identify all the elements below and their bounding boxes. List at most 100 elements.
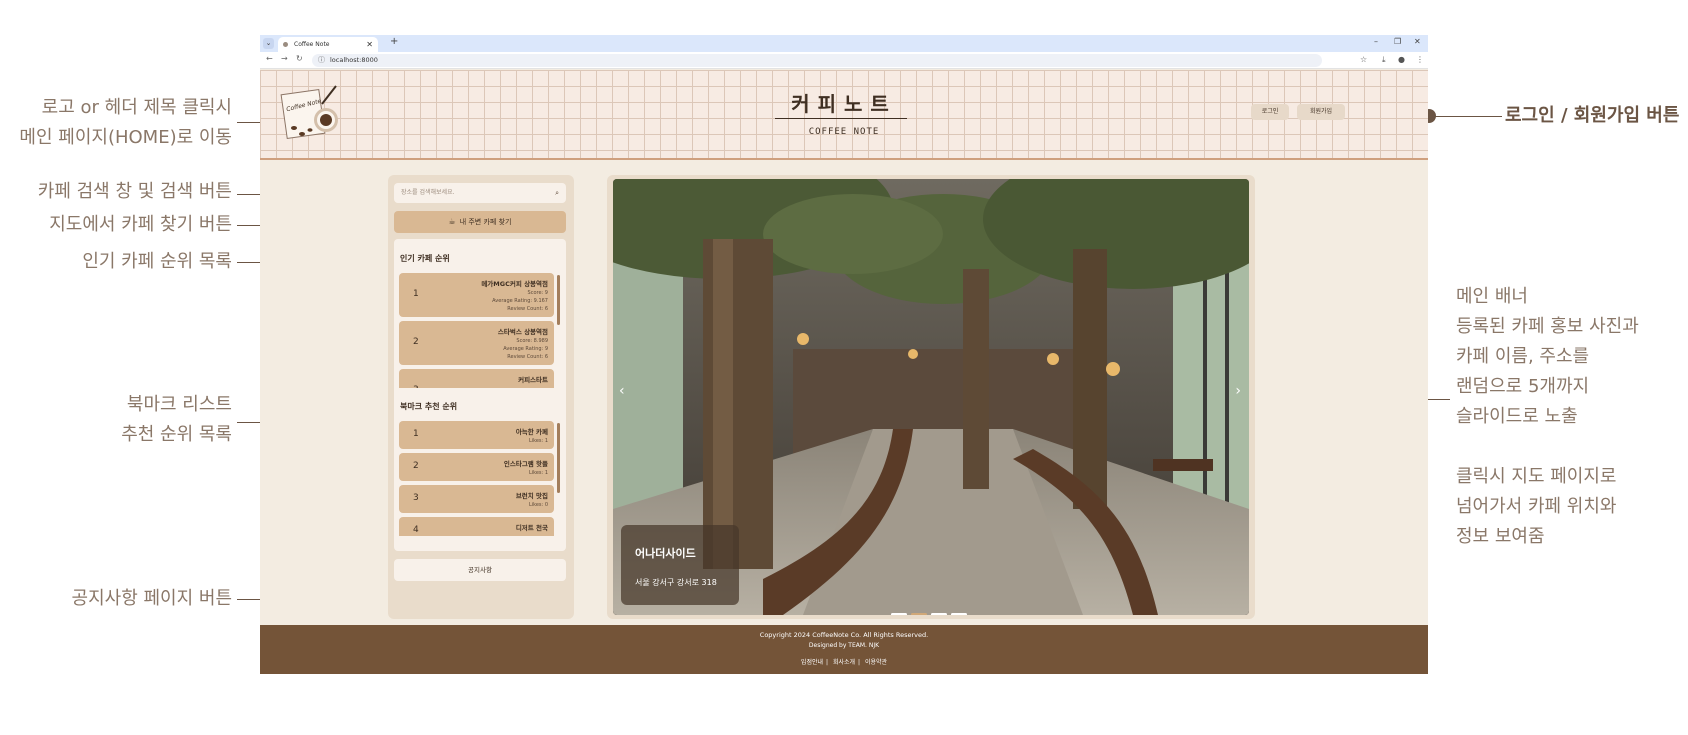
- close-window-icon[interactable]: ✕: [1414, 37, 1421, 46]
- annotation-search: 카페 검색 창 및 검색 버튼: [37, 181, 232, 202]
- search-input[interactable]: 장소를 검색해보세요. ⌕: [394, 183, 566, 203]
- annotation-line: 추천 순위 목록: [121, 424, 232, 445]
- popular-item[interactable]: 2 스타벅스 상봉역점 Score: 8.989 Average Rating:…: [399, 321, 554, 365]
- favicon-icon: [283, 42, 288, 47]
- ranking-panel: 인기 카페 순위 1 메가MGC커피 상봉역점 Score: 9 Average…: [394, 239, 566, 551]
- cafe-score: Score: 9: [527, 290, 548, 296]
- cafe-name: 커피스타트: [518, 376, 548, 384]
- rank-number: 3: [413, 493, 419, 503]
- site-info-icon[interactable]: ⓘ: [318, 54, 325, 67]
- slide-dot[interactable]: [951, 613, 967, 615]
- login-button[interactable]: 로그인: [1251, 104, 1289, 120]
- annotation-banner-click: 클릭시 지도 페이지로 넘어가서 카페 위치와 정보 보여줌: [1456, 462, 1616, 552]
- annotation-line: 카페 이름, 주소를: [1456, 346, 1590, 367]
- bookmark-item[interactable]: 1 아늑한 카페 Likes: 1: [399, 421, 554, 449]
- popular-list[interactable]: 1 메가MGC커피 상봉역점 Score: 9 Average Rating: …: [399, 273, 561, 388]
- popular-item[interactable]: 3 커피스타트: [399, 369, 554, 388]
- browser-window: ⌄ Coffee Note ✕ + – ❐ ✕ ← → ↻ ⓘ localhos…: [260, 35, 1428, 674]
- cafe-review-count: Review Count: 6: [507, 306, 548, 312]
- reload-icon[interactable]: ↻: [296, 54, 303, 63]
- maximize-icon[interactable]: ❐: [1394, 37, 1401, 46]
- annotation-popular: 인기 카페 순위 목록: [82, 251, 232, 272]
- annotation-line: 넘어가서 카페 위치와: [1456, 496, 1617, 517]
- cafe-name: 아늑한 카페: [515, 428, 548, 436]
- banner-caption: 어나더사이드 서울 강서구 강서로 318: [621, 525, 739, 605]
- annotated-screenshot: 로고 or 헤더 제목 클릭시 메인 페이지(HOME)로 이동 카페 검색 창…: [0, 0, 1688, 735]
- rank-number: 1: [413, 289, 419, 299]
- annotation-line: 메인 페이지(HOME)로 이동: [19, 127, 232, 148]
- browser-tab[interactable]: Coffee Note ✕: [278, 37, 378, 52]
- annotation-login: 로그인 / 회원가입 버튼: [1505, 105, 1680, 126]
- bookmark-star-icon[interactable]: ☆: [1360, 55, 1367, 64]
- url-text: localhost:8000: [330, 56, 378, 64]
- annotation-logo: 로고 or 헤더 제목 클릭시 메인 페이지(HOME)로 이동: [19, 93, 232, 153]
- bookmark-item[interactable]: 3 브런치 맛집 Likes: 0: [399, 485, 554, 513]
- rank-number: 2: [413, 461, 419, 471]
- title-divider: [775, 118, 907, 119]
- annotation-banner: 메인 배너 등록된 카페 홍보 사진과 카페 이름, 주소를 랜덤으로 5개까지…: [1456, 282, 1639, 432]
- back-icon[interactable]: ←: [266, 54, 273, 63]
- rank-number: 3: [413, 385, 419, 388]
- coffee-cup-icon: ☕: [448, 217, 456, 226]
- annotation-line: 슬라이드로 노출: [1456, 406, 1578, 427]
- bookmark-scrollbar[interactable]: [557, 423, 560, 493]
- search-placeholder: 장소를 검색해보세요.: [401, 189, 455, 196]
- cafe-name: 스타벅스 상봉역점: [497, 328, 548, 336]
- cafe-name: 디저트 천국: [515, 524, 548, 532]
- rank-number: 4: [413, 525, 419, 535]
- bookmark-item[interactable]: 4 디저트 천국: [399, 517, 554, 536]
- footer-copyright: Copyright 2024 CoffeeNote Co. All Rights…: [759, 631, 929, 639]
- cafe-review-count: Review Count: 6: [507, 354, 548, 360]
- new-tab-icon[interactable]: +: [390, 36, 398, 47]
- bookmark-item[interactable]: 2 인스타그램 핫플 Likes: 1: [399, 453, 554, 481]
- find-nearby-cafe-label: 내 주변 카페 찾기: [459, 218, 512, 226]
- footer-designed-by: Designed by TEAM. NJK: [808, 642, 880, 649]
- download-icon[interactable]: ⤓: [1382, 55, 1386, 65]
- annotation-line: 클릭시 지도 페이지로: [1456, 466, 1617, 487]
- forward-icon[interactable]: →: [281, 54, 288, 63]
- browser-toolbar: ← → ↻ ⓘ localhost:8000 ☆ ⤓ ● ⋮: [260, 52, 1428, 69]
- signup-button[interactable]: 회원가입: [1297, 104, 1345, 120]
- profile-icon[interactable]: ●: [1398, 55, 1405, 64]
- popular-item[interactable]: 1 메가MGC커피 상봉역점 Score: 9 Average Rating: …: [399, 273, 554, 317]
- annotation-notice: 공지사항 페이지 버튼: [71, 588, 232, 609]
- site-footer: Copyright 2024 CoffeeNote Co. All Rights…: [260, 625, 1428, 674]
- browser-tab-bar: ⌄ Coffee Note ✕ + – ❐ ✕: [260, 35, 1428, 52]
- address-bar[interactable]: ⓘ localhost:8000: [312, 54, 1322, 67]
- slide-dot[interactable]: [891, 613, 907, 615]
- main-banner-frame: ‹ › 어나더사이드 서울 강서구 강서로 318: [607, 175, 1255, 619]
- slide-dot[interactable]: [911, 613, 927, 615]
- bookmark-title: 북마크 추천 순위: [400, 402, 458, 411]
- menu-icon[interactable]: ⋮: [1416, 55, 1424, 64]
- cafe-name: 브런치 맛집: [515, 492, 548, 500]
- next-slide-button[interactable]: ›: [1235, 383, 1241, 399]
- footer-link-terms[interactable]: 이용약관: [865, 659, 887, 666]
- prev-slide-button[interactable]: ‹: [619, 383, 625, 399]
- cafe-average-rating: Average Rating: 9: [503, 346, 548, 352]
- cafe-likes: Likes: 0: [528, 502, 548, 508]
- search-icon[interactable]: ⌕: [555, 183, 559, 203]
- footer-link-about[interactable]: 회사소개: [833, 659, 855, 666]
- find-nearby-cafe-button[interactable]: ☕ 내 주변 카페 찾기: [394, 211, 566, 233]
- rank-number: 1: [413, 429, 419, 439]
- main-banner[interactable]: ‹ › 어나더사이드 서울 강서구 강서로 318: [613, 179, 1249, 615]
- site-subtitle[interactable]: COFFEE NOTE: [260, 127, 1428, 137]
- annotation-line: 정보 보여줌: [1456, 526, 1545, 547]
- site-header: Coffee Note 커피노트 COFFEE NOTE 로그인 회원가입: [260, 70, 1428, 160]
- cafe-name: 인스타그램 핫플: [503, 460, 548, 468]
- bookmark-list[interactable]: 1 아늑한 카페 Likes: 1 2 인스타그램 핫플 Likes: 1 3 …: [399, 421, 561, 536]
- minimize-icon[interactable]: –: [1374, 37, 1378, 46]
- close-tab-icon[interactable]: ✕: [366, 37, 373, 52]
- popular-title: 인기 카페 순위: [400, 254, 450, 263]
- annotation-line: 랜덤으로 5개까지: [1456, 376, 1590, 397]
- annotation-connector: [1428, 116, 1502, 117]
- tab-search-icon[interactable]: ⌄: [263, 38, 274, 49]
- slide-dot[interactable]: [931, 613, 947, 615]
- annotation-bookmark: 북마크 리스트 추천 순위 목록: [121, 390, 232, 450]
- slide-indicators: [891, 601, 971, 615]
- popular-scrollbar[interactable]: [557, 275, 560, 325]
- rank-number: 2: [413, 337, 419, 347]
- notice-button[interactable]: 공지사항: [394, 559, 566, 581]
- annotation-map: 지도에서 카페 찾기 버튼: [49, 214, 232, 235]
- footer-link-store[interactable]: 입점안내: [801, 659, 823, 666]
